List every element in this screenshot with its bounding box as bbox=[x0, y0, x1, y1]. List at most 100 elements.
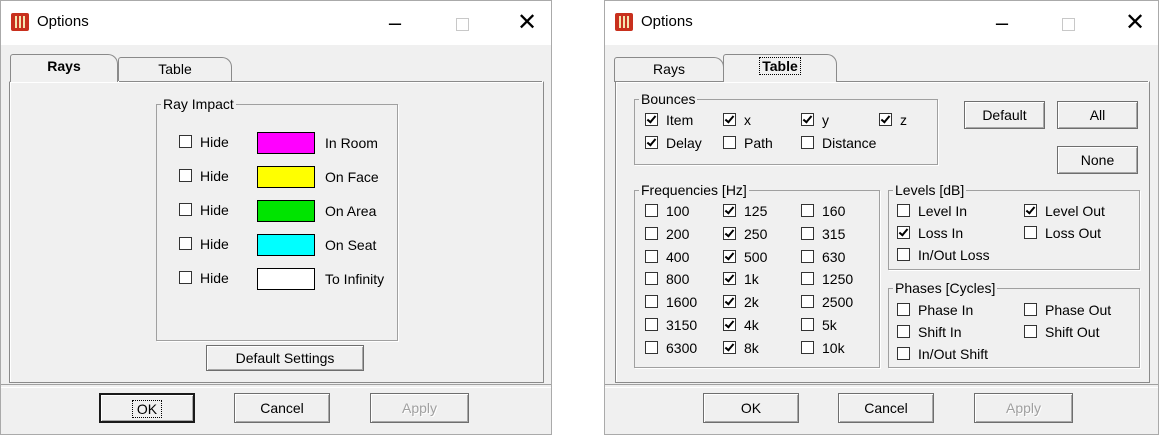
frequency-checkbox[interactable]: 1600 bbox=[645, 294, 697, 312]
app-icon bbox=[11, 13, 29, 31]
frequency-checkbox[interactable]: 1k bbox=[723, 271, 759, 289]
bounces-distance-checkbox[interactable]: Distance bbox=[801, 135, 876, 153]
frequency-checkbox[interactable]: 125 bbox=[723, 203, 767, 221]
frequency-checkbox[interactable]: 100 bbox=[645, 203, 689, 221]
bounces-y-checkbox[interactable]: y bbox=[801, 112, 829, 130]
checkbox-box bbox=[723, 204, 736, 217]
frequency-checkbox[interactable]: 10k bbox=[801, 340, 845, 358]
hide-in-room-checkbox[interactable]: Hide bbox=[179, 134, 229, 152]
tab-rays[interactable]: Rays bbox=[614, 57, 724, 82]
apply-button[interactable]: Apply bbox=[974, 393, 1073, 423]
color-swatch-on-face[interactable] bbox=[257, 166, 315, 188]
frequency-checkbox[interactable]: 160 bbox=[801, 203, 845, 221]
frequency-checkbox[interactable]: 3150 bbox=[645, 317, 697, 335]
all-button[interactable]: All bbox=[1057, 101, 1138, 129]
bounces-z-checkbox[interactable]: z bbox=[879, 112, 907, 130]
checkbox-box bbox=[645, 295, 658, 309]
maximize-button[interactable] bbox=[442, 7, 482, 39]
frequency-checkbox[interactable]: 4k bbox=[723, 317, 759, 335]
frequency-checkbox[interactable]: 6300 bbox=[645, 340, 697, 358]
checkbox-box bbox=[1024, 226, 1037, 239]
none-button[interactable]: None bbox=[1057, 146, 1138, 174]
hide-to-infinity-checkbox[interactable]: Hide bbox=[179, 270, 229, 288]
tab-rays[interactable]: Rays bbox=[10, 54, 118, 82]
in-out-loss-checkbox[interactable]: In/Out Loss bbox=[897, 247, 990, 265]
loss-in-checkbox[interactable]: Loss In bbox=[897, 225, 963, 243]
tab-table[interactable]: Table bbox=[118, 57, 232, 82]
checkbox-label: Hide bbox=[200, 236, 229, 252]
frequency-checkbox[interactable]: 200 bbox=[645, 226, 689, 244]
bounces-x-checkbox[interactable]: x bbox=[723, 112, 751, 130]
shift-in-checkbox[interactable]: Shift In bbox=[897, 324, 962, 342]
checkbox-label: Item bbox=[666, 112, 694, 128]
frequency-checkbox[interactable]: 500 bbox=[723, 249, 767, 267]
checkbox-box bbox=[179, 203, 192, 216]
level-out-checkbox[interactable]: Level Out bbox=[1024, 203, 1105, 221]
frequency-checkbox[interactable]: 630 bbox=[801, 249, 845, 267]
frequency-checkbox[interactable]: 400 bbox=[645, 249, 689, 267]
minimize-button[interactable]: – bbox=[982, 7, 1022, 39]
color-swatch-on-area[interactable] bbox=[257, 200, 315, 222]
shift-out-checkbox[interactable]: Shift Out bbox=[1024, 324, 1099, 342]
title-bar[interactable]: Options – ✕ bbox=[605, 1, 1158, 45]
checkbox-label: 4k bbox=[744, 317, 759, 333]
checkbox-label: Phase Out bbox=[1045, 302, 1112, 318]
checkbox-box bbox=[645, 226, 658, 240]
frequency-checkbox[interactable]: 8k bbox=[723, 340, 759, 358]
ok-button[interactable]: OK bbox=[703, 393, 799, 423]
bounces-path-checkbox[interactable]: Path bbox=[723, 135, 773, 153]
minimize-button[interactable]: – bbox=[375, 7, 415, 39]
bounces-delay-checkbox[interactable]: Delay bbox=[645, 135, 702, 153]
checkbox-box bbox=[897, 325, 910, 338]
phase-out-checkbox[interactable]: Phase Out bbox=[1024, 302, 1111, 320]
maximize-button[interactable] bbox=[1048, 7, 1088, 39]
color-swatch-to-infinity[interactable] bbox=[257, 268, 315, 290]
frequency-checkbox[interactable]: 2k bbox=[723, 294, 759, 312]
hide-on-area-checkbox[interactable]: Hide bbox=[179, 202, 229, 220]
title-bar[interactable]: Options – ✕ bbox=[1, 1, 551, 45]
level-in-checkbox[interactable]: Level In bbox=[897, 203, 967, 221]
frequency-checkbox[interactable]: 250 bbox=[723, 226, 767, 244]
checkbox-label: In/Out Shift bbox=[918, 346, 989, 362]
ray-impact-group: Ray Impact Hide In Room Hide On Face Hid… bbox=[156, 95, 398, 341]
tab-label: Table bbox=[759, 57, 801, 75]
checkbox-label: 5k bbox=[822, 317, 837, 333]
checkbox-label: Phase In bbox=[918, 302, 974, 318]
in-out-shift-checkbox[interactable]: In/Out Shift bbox=[897, 346, 988, 364]
checkbox-box bbox=[179, 169, 192, 182]
checkbox-box bbox=[723, 272, 736, 286]
hide-on-face-checkbox[interactable]: Hide bbox=[179, 168, 229, 186]
options-window-table: Options – ✕ Rays Table Bounces Item x y … bbox=[604, 0, 1159, 435]
checkbox-box bbox=[801, 318, 814, 331]
checkbox-box bbox=[645, 249, 658, 263]
frequency-checkbox[interactable]: 5k bbox=[801, 317, 837, 335]
loss-out-checkbox[interactable]: Loss Out bbox=[1024, 225, 1101, 243]
frequency-checkbox[interactable]: 800 bbox=[645, 271, 689, 289]
cancel-button[interactable]: Cancel bbox=[234, 393, 330, 423]
default-settings-button[interactable]: Default Settings bbox=[206, 345, 364, 371]
checkbox-label: 1250 bbox=[822, 271, 854, 288]
checkbox-label: 160 bbox=[822, 203, 846, 219]
frequency-checkbox[interactable]: 2500 bbox=[801, 294, 853, 312]
hide-on-seat-checkbox[interactable]: Hide bbox=[179, 236, 229, 254]
color-swatch-in-room[interactable] bbox=[257, 132, 315, 154]
color-swatch-on-seat[interactable] bbox=[257, 234, 315, 256]
button-label: None bbox=[1080, 152, 1115, 168]
checkbox-label: 1600 bbox=[666, 294, 698, 311]
close-button[interactable]: ✕ bbox=[507, 7, 547, 39]
frequency-checkbox[interactable]: 315 bbox=[801, 226, 845, 244]
ok-button[interactable]: OK bbox=[99, 393, 195, 423]
apply-button[interactable]: Apply bbox=[370, 393, 469, 423]
tab-table[interactable]: Table bbox=[723, 54, 837, 82]
checkbox-label: 315 bbox=[822, 225, 846, 242]
frequency-checkbox[interactable]: 1250 bbox=[801, 271, 853, 289]
checkbox-box bbox=[897, 226, 910, 239]
group-legend: Frequencies [Hz] bbox=[639, 181, 749, 199]
cancel-button[interactable]: Cancel bbox=[838, 393, 934, 423]
checkbox-label: Loss Out bbox=[1045, 225, 1102, 241]
close-button[interactable]: ✕ bbox=[1115, 7, 1155, 39]
bounces-item-checkbox[interactable]: Item bbox=[645, 112, 693, 130]
swatch-label: In Room bbox=[325, 135, 378, 151]
phase-in-checkbox[interactable]: Phase In bbox=[897, 302, 973, 320]
default-button[interactable]: Default bbox=[964, 101, 1045, 129]
